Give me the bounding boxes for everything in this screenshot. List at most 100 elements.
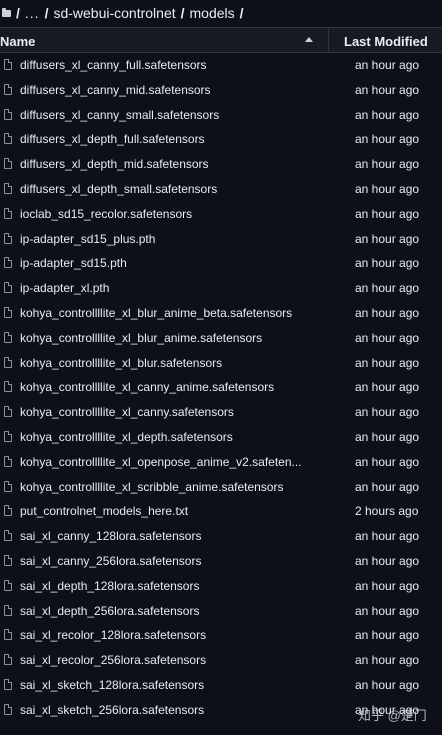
file-name[interactable]: kohya_controllllite_xl_canny.safetensors (20, 405, 310, 419)
file-icon (4, 406, 12, 418)
table-row[interactable]: sai_xl_sketch_128lora.safetensors an hour… (0, 673, 442, 698)
table-row[interactable]: sai_xl_recolor_128lora.safetensors an hou… (0, 623, 442, 648)
file-name[interactable]: sai_xl_sketch_128lora.safetensors (20, 678, 310, 692)
file-name[interactable]: put_controlnet_models_here.txt (20, 504, 310, 518)
table-row[interactable]: kohya_controllllite_xl_blur_anime.safete… (0, 326, 442, 351)
file-modified: an hour ago (355, 82, 420, 97)
table-row[interactable]: sai_xl_recolor_256lora.safetensors an hou… (0, 648, 442, 673)
file-modified: an hour ago (355, 479, 420, 494)
file-name[interactable]: kohya_controllllite_xl_blur_anime_beta.s… (20, 306, 310, 320)
file-modified: an hour ago (355, 553, 420, 568)
file-icon (4, 257, 12, 269)
file-icon (4, 629, 12, 641)
file-list: diffusers_xl_canny_full.safetensorsan ho… (0, 53, 442, 723)
breadcrumb-root[interactable]: / (16, 5, 20, 21)
file-icon (4, 678, 12, 690)
table-row[interactable]: diffusers_xl_canny_full.safetensors an ho… (0, 53, 442, 78)
table-row[interactable]: diffusers_xl_depth_full.safetensors an ho… (0, 127, 442, 152)
table-row[interactable]: diffusers_xl_depth_small.safetensors an h… (0, 177, 442, 202)
file-icon (4, 579, 12, 591)
file-modified: an hour ago (355, 58, 420, 72)
breadcrumb: / ... / sd-webui-controlnet / models / (0, 0, 442, 26)
table-row[interactable]: diffusers_xl_canny_small.safetensors an h… (0, 103, 442, 128)
file-modified: an hour ago (355, 231, 420, 246)
table-row[interactable]: kohya_controllllite_xl_blur.safetensors a… (0, 351, 442, 376)
file-name[interactable]: kohya_controllllite_xl_openpose_anime_v2… (20, 455, 310, 469)
file-icon (4, 83, 12, 95)
table-row[interactable]: ip-adapter_xl.pth an hour ago (0, 276, 442, 301)
file-modified: an hour ago (355, 206, 420, 221)
sort-ascending-icon[interactable] (305, 37, 313, 42)
table-row[interactable]: put_controlnet_models_here.txt 2 hours ag… (0, 499, 442, 524)
table-row[interactable]: ip-adapter_sd15.pth an hour ago (0, 251, 442, 276)
file-name[interactable]: diffusers_xl_canny_small.safetensors (20, 108, 310, 122)
column-header-last-modified[interactable]: Last Modified (344, 34, 428, 49)
table-row[interactable]: kohya_controllllite_xl_scribble_anime.sa… (0, 475, 442, 500)
file-icon (4, 207, 12, 219)
file-name[interactable]: diffusers_xl_depth_full.safetensors (20, 132, 310, 146)
table-row[interactable]: ioclab_sd15_recolor.safetensors an hour a… (0, 202, 442, 227)
breadcrumb-subfolder[interactable]: models (190, 5, 235, 21)
breadcrumb-separator: / (44, 5, 49, 21)
table-row[interactable]: sai_xl_depth_128lora.safetensors an hour … (0, 574, 442, 599)
file-icon (4, 430, 12, 442)
file-name[interactable]: sai_xl_sketch_256lora.safetensors (20, 703, 310, 717)
breadcrumb-separator-2: / (180, 5, 185, 21)
file-modified: an hour ago (355, 281, 420, 296)
file-name[interactable]: ip-adapter_sd15.pth (20, 256, 310, 270)
file-icon (4, 133, 12, 145)
file-name[interactable]: ip-adapter_xl.pth (20, 281, 310, 295)
table-row[interactable]: kohya_controllllite_xl_canny.safetensors… (0, 400, 442, 425)
table-row[interactable]: kohya_controllllite_xl_depth.safetensors… (0, 425, 442, 450)
file-name[interactable]: sai_xl_recolor_256lora.safetensors (20, 653, 310, 667)
file-icon (4, 654, 12, 666)
file-name[interactable]: sai_xl_recolor_128lora.safetensors (20, 628, 310, 642)
file-icon (4, 530, 12, 542)
table-row[interactable]: kohya_controllllite_xl_canny_anime.safet… (0, 375, 442, 400)
file-name[interactable]: kohya_controllllite_xl_depth.safetensors (20, 430, 310, 444)
file-name[interactable]: sai_xl_depth_128lora.safetensors (20, 579, 310, 593)
file-name[interactable]: kohya_controllllite_xl_canny_anime.safet… (20, 380, 310, 394)
file-icon (4, 182, 12, 194)
column-divider[interactable] (328, 28, 329, 52)
file-name[interactable]: sai_xl_depth_256lora.safetensors (20, 604, 310, 618)
file-modified: an hour ago (355, 653, 420, 668)
file-name[interactable]: sai_xl_canny_128lora.safetensors (20, 529, 310, 543)
table-row[interactable]: kohya_controllllite_xl_openpose_anime_v2… (0, 450, 442, 475)
table-row[interactable]: kohya_controllllite_xl_blur_anime_beta.s… (0, 301, 442, 326)
file-modified: an hour ago (355, 107, 420, 122)
file-icon (4, 554, 12, 566)
file-modified: an hour ago (355, 405, 420, 420)
table-row[interactable]: sai_xl_canny_128lora.safetensors an hour … (0, 524, 442, 549)
file-name[interactable]: ioclab_sd15_recolor.safetensors (20, 207, 310, 221)
file-modified: an hour ago (355, 256, 420, 271)
file-name[interactable]: sai_xl_canny_256lora.safetensors (20, 554, 310, 568)
breadcrumb-folder[interactable]: sd-webui-controlnet (53, 5, 175, 21)
table-row[interactable]: ip-adapter_sd15_plus.pth an hour ago (0, 227, 442, 252)
file-name[interactable]: diffusers_xl_depth_mid.safetensors (20, 157, 310, 171)
file-name[interactable]: ip-adapter_sd15_plus.pth (20, 232, 310, 246)
file-icon (4, 59, 12, 70)
file-icon (4, 158, 12, 170)
file-name[interactable]: diffusers_xl_depth_small.safetensors (20, 182, 310, 196)
file-name[interactable]: kohya_controllllite_xl_blur.safetensors (20, 356, 310, 370)
table-row[interactable]: sai_xl_depth_256lora.safetensors an hour … (0, 599, 442, 624)
breadcrumb-ellipsis[interactable]: ... (25, 5, 40, 21)
file-name[interactable]: kohya_controllllite_xl_scribble_anime.sa… (20, 480, 310, 494)
table-row[interactable]: diffusers_xl_canny_mid.safetensors an hou… (0, 78, 442, 103)
file-modified: an hour ago (355, 181, 420, 196)
file-modified: an hour ago (355, 677, 420, 692)
file-modified: an hour ago (355, 355, 420, 370)
table-row[interactable]: sai_xl_canny_256lora.safetensors an hour … (0, 549, 442, 574)
file-name[interactable]: diffusers_xl_canny_full.safetensors (20, 58, 310, 72)
folder-icon[interactable] (2, 8, 11, 17)
table-row[interactable]: diffusers_xl_depth_mid.safetensors an hou… (0, 152, 442, 177)
file-name[interactable]: diffusers_xl_canny_mid.safetensors (20, 83, 310, 97)
file-icon (4, 282, 12, 294)
column-header-name[interactable]: Name (0, 34, 35, 49)
file-modified: an hour ago (355, 380, 420, 395)
file-modified: 2 hours ago (355, 504, 419, 519)
file-name[interactable]: kohya_controllllite_xl_blur_anime.safete… (20, 331, 310, 345)
file-modified: an hour ago (355, 529, 420, 544)
file-modified: an hour ago (355, 157, 420, 172)
